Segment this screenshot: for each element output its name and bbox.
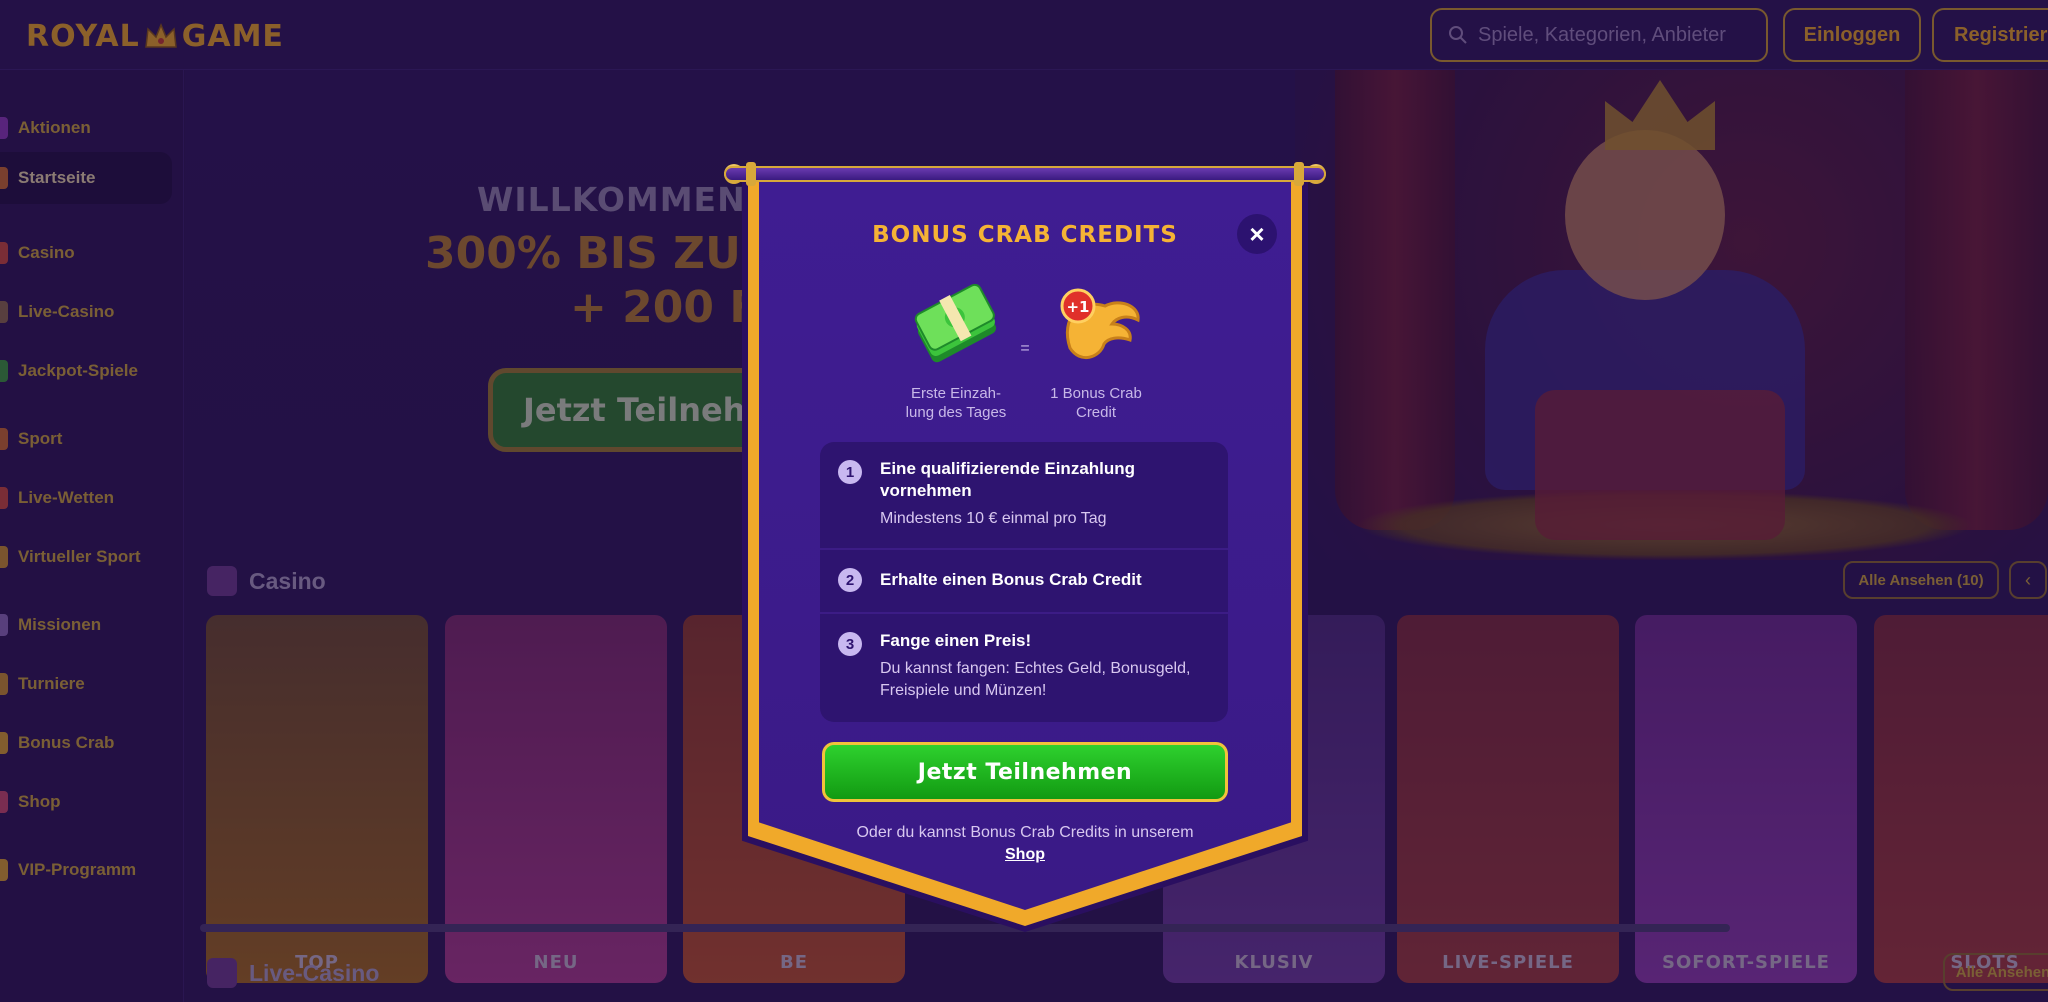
step-item: 3 Fange einen Preis! Du kannst fangen: E… <box>820 612 1228 722</box>
step-item: 1 Eine qualifizierende Einzahlung vorneh… <box>820 442 1228 548</box>
step-heading: Erhalte einen Bonus Crab Credit <box>880 570 1142 589</box>
step-item: 2 Erhalte einen Bonus Crab Credit <box>820 548 1228 612</box>
step-heading: Fange einen Preis! <box>880 631 1032 650</box>
step-description: Du kannst fangen: Echtes Geld, Bonusgeld… <box>880 660 1191 699</box>
plus-one-badge: +1 <box>1066 298 1089 316</box>
scroll-rod <box>724 166 1326 182</box>
step-heading: Eine qualifizierende Einzahlung vornehme… <box>880 459 1136 500</box>
modal-footer-text: Oder du kannst Bonus Crab Credits in uns… <box>790 822 1260 866</box>
caption-line: 1 Bonus Crab <box>1050 385 1142 402</box>
step-number: 1 <box>838 460 862 484</box>
step-number: 2 <box>838 568 862 592</box>
caption-line: lung des Tages <box>905 404 1007 421</box>
crab-claw-icon: +1 <box>1060 288 1140 359</box>
caption-line: Erste Einzah- <box>910 385 1002 402</box>
step-number: 3 <box>838 632 862 656</box>
footer-text: Oder du kannst Bonus Crab Credits in uns… <box>856 824 1194 841</box>
caption-first-deposit: Erste Einzah- lung des Tages <box>886 384 1026 422</box>
step-description: Mindestens 10 € einmal pro Tag <box>880 510 1107 527</box>
close-button[interactable]: × <box>1237 214 1277 254</box>
shop-link[interactable]: Shop <box>790 844 1260 866</box>
scroll-rod-cap-right <box>1294 162 1304 186</box>
scroll-rod-cap-left <box>746 162 756 186</box>
join-now-label: Jetzt Teilnehmen <box>825 745 1225 799</box>
modal-title: BONUS CRAB CREDITS <box>872 222 1178 248</box>
cash-stack-icon <box>914 283 996 363</box>
caption-bonus-credit: 1 Bonus Crab Credit <box>1026 384 1166 422</box>
steps-list: 1 Eine qualifizierende Einzahlung vorneh… <box>820 442 1228 722</box>
equals-sign: = <box>1020 340 1030 357</box>
join-now-button[interactable]: Jetzt Teilnehmen <box>822 742 1228 802</box>
caption-line: Credit <box>1075 404 1116 421</box>
close-icon: × <box>1249 218 1265 249</box>
